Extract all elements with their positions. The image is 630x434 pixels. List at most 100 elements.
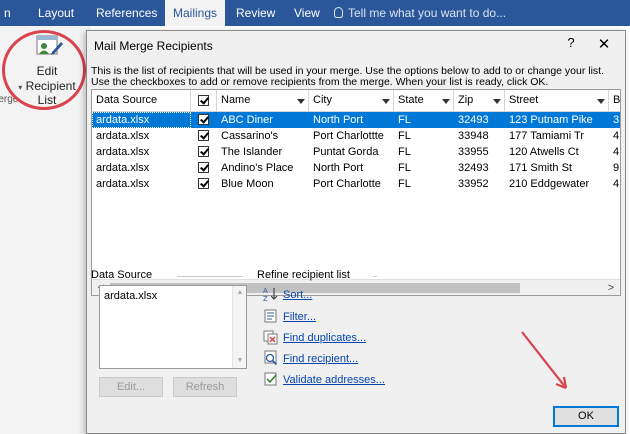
cell-city: North Port (313, 114, 364, 126)
cell-street: 210 Eddgewater (509, 178, 590, 190)
cell-source: ardata.xlsx (96, 178, 150, 190)
chevron-up-icon[interactable]: ▲ (233, 287, 247, 299)
cell-city: Port Charlottte (313, 130, 384, 142)
ribbon-tab-bar: n Layout References Mailings Review View… (0, 0, 630, 26)
row-checkbox[interactable] (198, 114, 209, 125)
chevron-down-icon[interactable]: ▼ (233, 355, 247, 367)
row-checkbox[interactable] (198, 146, 209, 157)
cell-name: The Islander (221, 146, 283, 158)
validate-addresses-icon (264, 372, 277, 386)
svg-text:Z: Z (263, 295, 268, 302)
cell-zip: 33952 (458, 178, 489, 190)
column-state[interactable]: State (394, 90, 454, 112)
column-name[interactable]: Name (217, 90, 309, 112)
cell-street: 120 Atwells Ct (509, 146, 579, 158)
table-row[interactable]: ardata.xlsx Blue Moon Port Charlotte FL … (92, 176, 620, 192)
annotation-circle (2, 30, 86, 110)
refine-label: Refine recipient list (257, 269, 350, 281)
annotation-arrow (521, 331, 568, 390)
cell-state: FL (398, 130, 411, 142)
select-all-checkbox[interactable] (198, 95, 209, 106)
filter-link[interactable]: Filter... (283, 311, 316, 323)
cell-state: FL (398, 162, 411, 174)
row-checkbox[interactable] (198, 178, 209, 189)
table-row[interactable]: ardata.xlsx ABC Diner North Port FL 3249… (92, 112, 620, 128)
cell-name: Cassarino's (221, 130, 279, 142)
list-item[interactable]: ardata.xlsx (104, 290, 157, 302)
tab-mailings[interactable]: Mailings (165, 0, 226, 26)
help-button[interactable]: ? (563, 35, 579, 50)
cell-name: Andino's Place (221, 162, 294, 174)
description-line-2: Use the checkboxes to add or remove reci… (91, 76, 549, 88)
tab-review[interactable]: Review (228, 0, 283, 26)
cell-street: 177 Tamiami Tr (509, 130, 584, 142)
cell-zip: 33955 (458, 146, 489, 158)
find-duplicates-icon (263, 330, 278, 345)
cell-extra: 4! (613, 178, 620, 190)
column-city[interactable]: City (309, 90, 394, 112)
chevron-down-icon[interactable] (493, 99, 501, 104)
svg-text:A: A (263, 287, 268, 295)
cell-zip: 32493 (458, 162, 489, 174)
cell-street: 123 Putnam Pike (509, 114, 593, 126)
cell-city: Port Charlotte (313, 178, 381, 190)
cell-state: FL (398, 114, 411, 126)
cell-name: ABC Diner (221, 114, 273, 126)
grid-header: Data Source Name City State Zip Street B… (92, 90, 620, 112)
divider (177, 276, 243, 277)
row-checkbox[interactable] (198, 162, 209, 173)
cell-city: Puntat Gorda (313, 146, 379, 158)
column-street[interactable]: Street (505, 90, 609, 112)
tab-partial[interactable]: n (0, 0, 19, 26)
chevron-down-icon[interactable] (597, 99, 605, 104)
cell-street: 171 Smith St (509, 162, 572, 174)
chevron-right-icon[interactable]: > (604, 281, 618, 295)
cell-extra: 3! (613, 114, 620, 126)
cell-extra: 4! (613, 146, 620, 158)
divider (373, 276, 377, 277)
cell-name: Blue Moon (221, 178, 274, 190)
cell-state: FL (398, 178, 411, 190)
table-row[interactable]: ardata.xlsx Andino's Place North Port FL… (92, 160, 620, 176)
filter-icon (264, 309, 277, 323)
tab-view[interactable]: View (286, 0, 328, 26)
cell-city: North Port (313, 162, 364, 174)
close-button[interactable]: ✕ (595, 35, 613, 53)
cell-zip: 32493 (458, 114, 489, 126)
sort-link[interactable]: Sort... (283, 289, 312, 301)
table-row[interactable]: ardata.xlsx The Islander Puntat Gorda FL… (92, 144, 620, 160)
table-row[interactable]: ardata.xlsx Cassarino's Port Charlottte … (92, 128, 620, 144)
tab-references[interactable]: References (88, 0, 165, 26)
column-data-source[interactable]: Data Source (92, 90, 191, 112)
cell-source: ardata.xlsx (96, 130, 150, 142)
vertical-scrollbar[interactable]: ▲ ▼ (232, 286, 246, 368)
validate-addresses-link[interactable]: Validate addresses... (283, 374, 385, 386)
tell-me-search[interactable]: Tell me what you want to do... (334, 0, 506, 26)
chevron-down-icon[interactable] (297, 99, 305, 104)
cell-zip: 33948 (458, 130, 489, 142)
chevron-down-icon[interactable] (442, 99, 450, 104)
refresh-button[interactable]: Refresh (173, 377, 237, 397)
tab-layout[interactable]: Layout (30, 0, 82, 26)
chevron-down-icon[interactable] (382, 99, 390, 104)
column-zip[interactable]: Zip (454, 90, 505, 112)
cell-state: FL (398, 146, 411, 158)
ok-button[interactable]: OK (553, 406, 619, 427)
tell-me-text: Tell me what you want to do... (348, 6, 507, 20)
data-source-list[interactable]: ardata.xlsx ▲ ▼ (99, 285, 247, 369)
dialog-description: This is the list of recipients that will… (91, 66, 621, 88)
cell-source: ardata.xlsx (96, 146, 150, 158)
find-recipient-icon (264, 350, 278, 366)
edit-button[interactable]: Edit... (99, 377, 163, 397)
sort-az-icon: A Z (263, 287, 278, 302)
column-checkbox[interactable] (191, 90, 217, 112)
row-checkbox[interactable] (198, 130, 209, 141)
find-duplicates-link[interactable]: Find duplicates... (283, 332, 366, 344)
cell-source: ardata.xlsx (92, 112, 191, 128)
find-recipient-link[interactable]: Find recipient... (283, 353, 358, 365)
cell-source: ardata.xlsx (96, 162, 150, 174)
cell-extra: 9. (613, 162, 620, 174)
cell-extra: 4 (613, 130, 620, 142)
recipients-grid: Data Source Name City State Zip Street B… (91, 89, 621, 296)
column-partial[interactable]: Ba (609, 90, 620, 112)
